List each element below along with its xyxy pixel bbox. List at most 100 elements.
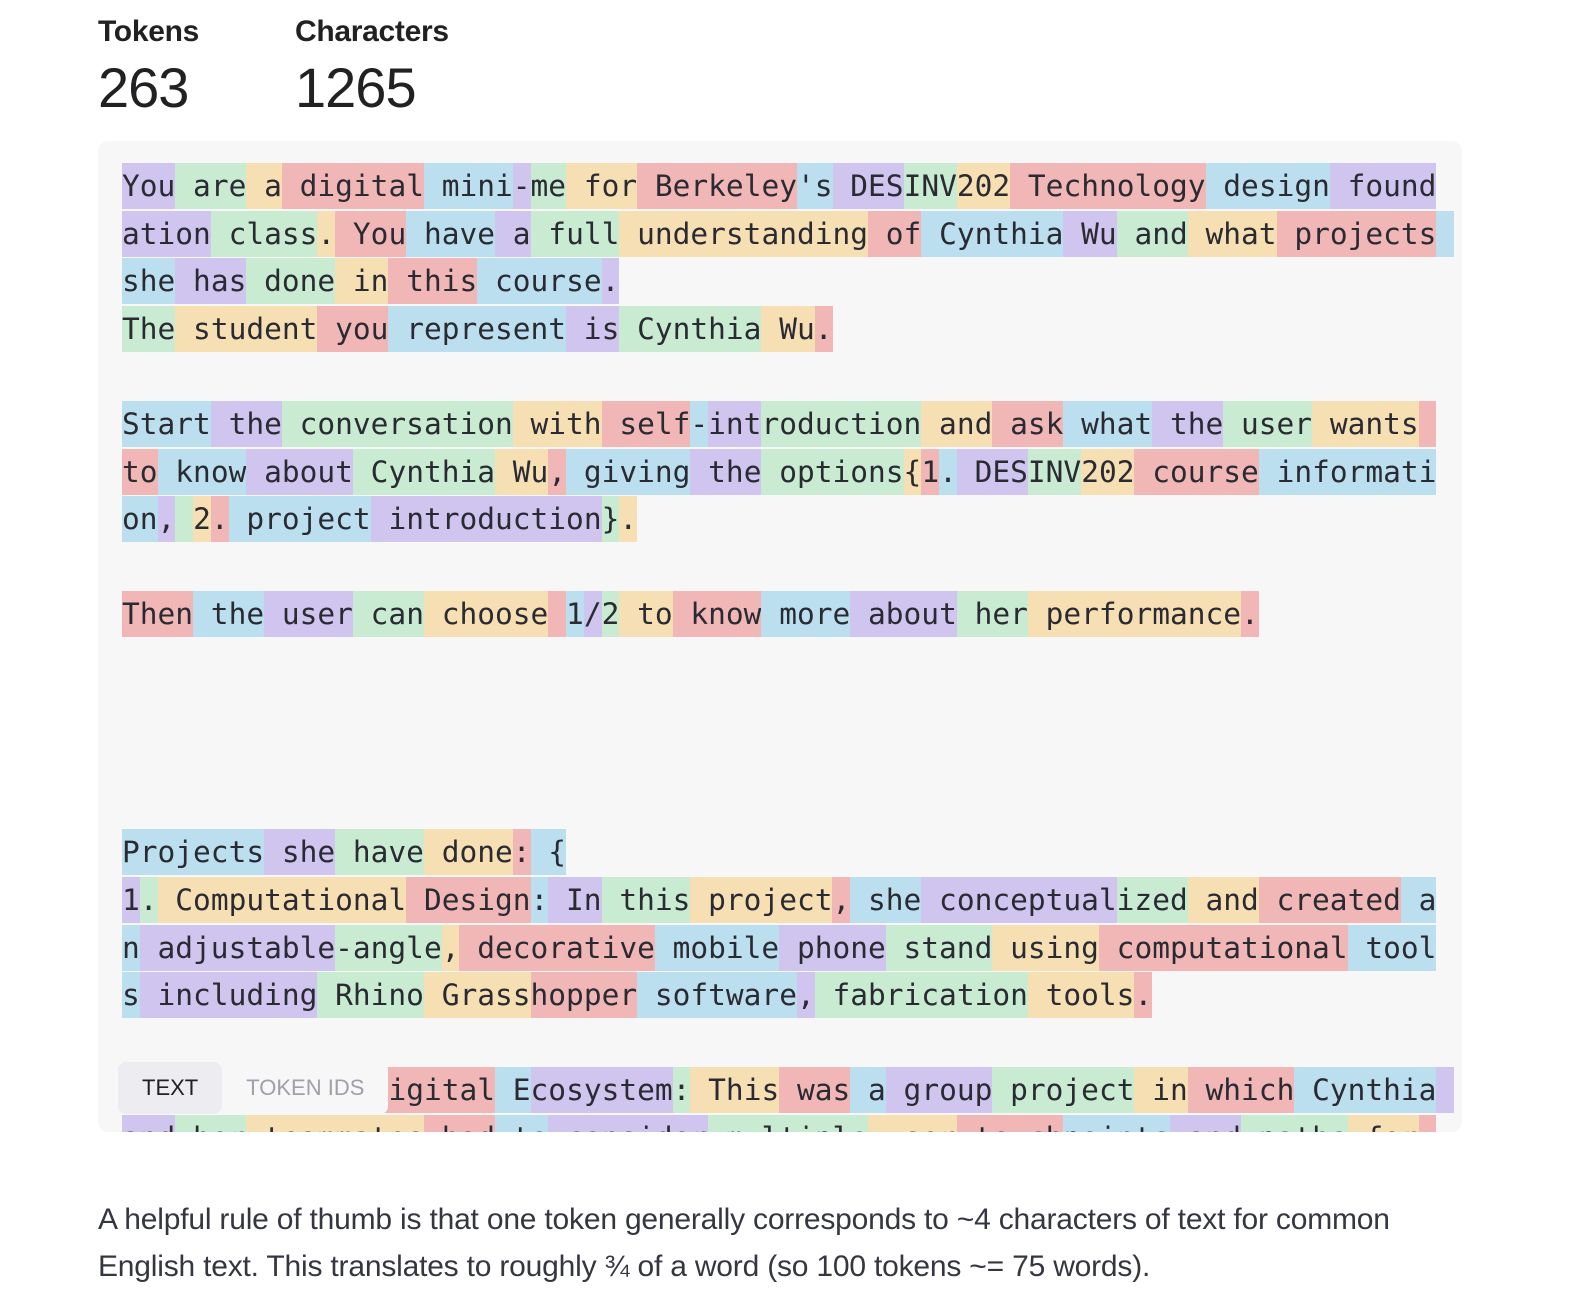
token: Design — [406, 876, 531, 923]
token: ask — [992, 400, 1064, 447]
tokenized-text-panel: You are a digital mini-me for Berkeley's… — [98, 141, 1462, 1132]
token: The — [122, 305, 176, 352]
token-highlight-area: You are a digital mini-me for Berkeley's… — [122, 163, 1455, 1132]
token: cosystem — [530, 1067, 673, 1114]
token: , — [441, 924, 460, 971]
token-stats: Tokens 263 Characters 1265 — [98, 14, 449, 122]
token: the — [193, 591, 265, 638]
token: DES — [832, 163, 904, 209]
token: project — [690, 876, 833, 923]
token: design — [1205, 163, 1330, 209]
token: conceptual — [921, 876, 1117, 923]
token: In — [548, 876, 602, 923]
token: and — [921, 400, 993, 447]
token: course — [477, 258, 602, 305]
token: . — [939, 448, 957, 495]
token: done — [423, 829, 513, 876]
tab-text[interactable]: TEXT — [118, 1062, 223, 1114]
token: including — [139, 972, 318, 1019]
token: mini — [423, 163, 513, 209]
token: Wu — [495, 448, 549, 495]
token: which — [1187, 1067, 1295, 1114]
token: stand — [885, 924, 993, 971]
token: Cynthia — [352, 448, 496, 495]
token: E — [495, 1067, 531, 1114]
token: project — [992, 1067, 1135, 1114]
token: decorative — [459, 924, 655, 971]
token: . — [619, 496, 638, 543]
token: the — [1152, 400, 1224, 447]
token: Technology — [1010, 163, 1206, 209]
token: Cynthia — [921, 210, 1064, 257]
token: in — [1134, 1067, 1188, 1114]
token: Start — [122, 400, 211, 447]
token: course — [1134, 448, 1259, 495]
token: Grass — [423, 972, 531, 1019]
token — [175, 496, 194, 543]
token: self — [601, 400, 691, 447]
token: a — [246, 163, 282, 209]
token: me — [530, 163, 567, 209]
tab-token-ids[interactable]: TOKEN IDS — [222, 1062, 389, 1114]
token: . — [601, 258, 620, 305]
token: 202 — [1081, 448, 1135, 495]
token: for — [566, 163, 638, 209]
rule-of-thumb-caption: A helpful rule of thumb is that one toke… — [98, 1203, 1390, 1283]
token: int — [708, 400, 762, 447]
token: 2 — [601, 591, 620, 638]
token: Wu — [761, 305, 815, 352]
token: : — [672, 1067, 691, 1114]
token: user — [868, 1114, 957, 1132]
tokens-stat: Tokens 263 — [98, 14, 199, 122]
token: { — [903, 448, 922, 495]
token: projects — [1276, 210, 1437, 257]
token: using — [992, 924, 1099, 971]
token: group — [885, 1067, 993, 1114]
token: 1 — [921, 448, 940, 495]
token: represent — [388, 305, 567, 352]
token: Computational — [157, 876, 407, 923]
token: conversation — [281, 400, 513, 447]
token: about — [246, 448, 353, 495]
token: understanding — [619, 210, 869, 257]
token: digital — [281, 163, 424, 209]
token: student — [175, 305, 318, 352]
token: , — [157, 496, 176, 543]
token: computational — [1098, 924, 1348, 971]
token: you — [317, 305, 389, 352]
token: performance — [1027, 591, 1242, 638]
tokens-label: Tokens — [98, 15, 200, 48]
token: consider — [548, 1114, 709, 1132]
token: know — [157, 448, 247, 495]
token: Projects — [122, 829, 265, 876]
token: to — [495, 1114, 549, 1132]
token: . — [1241, 591, 1259, 638]
token: in — [335, 258, 389, 305]
token: she — [264, 829, 336, 876]
token: tools — [1027, 972, 1135, 1019]
token: have — [335, 829, 424, 876]
token: Cynthia — [1294, 1067, 1437, 1114]
token: are — [175, 163, 247, 209]
token: points — [1063, 1114, 1170, 1132]
tokens-count: 263 — [98, 56, 189, 119]
token: } — [601, 496, 620, 543]
token: a — [495, 210, 531, 257]
token: - — [512, 163, 531, 209]
token: has — [175, 258, 247, 305]
token: software — [637, 972, 797, 1019]
token: about — [850, 591, 957, 638]
token: what — [1063, 400, 1153, 447]
token: and — [1116, 210, 1188, 257]
view-toggle: TEXT TOKEN IDS — [118, 1062, 389, 1114]
token: her — [175, 1114, 247, 1132]
token: Cynthia — [619, 305, 762, 352]
token: You — [122, 163, 176, 209]
token: , — [796, 972, 815, 1019]
token: phone — [779, 924, 886, 971]
token: You — [335, 210, 407, 257]
token: teammates — [246, 1114, 424, 1132]
token: multiple — [708, 1114, 869, 1132]
token: the — [690, 448, 762, 495]
token: the — [210, 400, 282, 447]
